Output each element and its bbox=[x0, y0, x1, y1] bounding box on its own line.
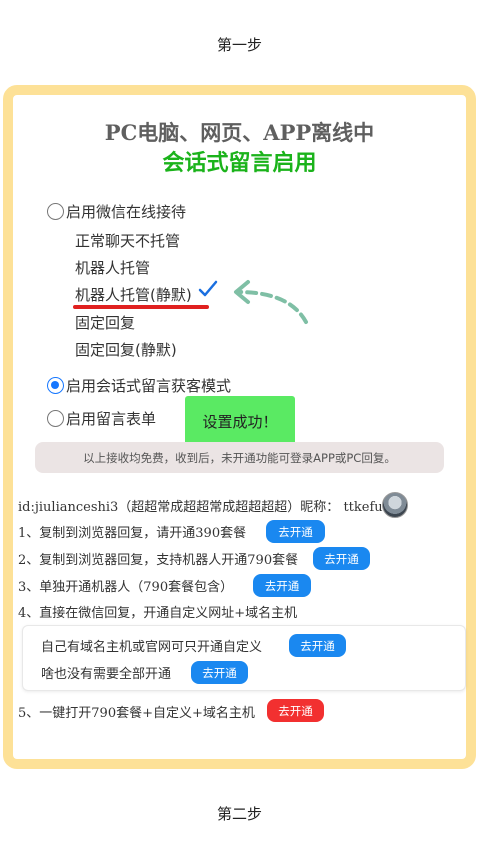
open-plan-3-button[interactable]: 去开通 bbox=[253, 574, 311, 597]
curved-arrow-icon bbox=[234, 280, 308, 324]
sub-option-robot-hosting[interactable]: 机器人托管 bbox=[75, 257, 150, 278]
sub-option-robot-hosting-silent[interactable]: 机器人托管(静默) bbox=[75, 284, 192, 305]
radio-message-mode[interactable]: 启用会话式留言获客模式 bbox=[47, 375, 231, 396]
sub-option-fixed-reply-silent[interactable]: 固定回复(静默) bbox=[75, 339, 177, 360]
sub-plan-custom: 自己有域名主机或官网可只开通自定义 bbox=[41, 640, 263, 655]
plan-item-5: 5、一键打开790套餐+自定义+域名主机 bbox=[18, 706, 255, 721]
radio-label: 启用微信在线接待 bbox=[66, 203, 187, 221]
sub-option-fixed-reply[interactable]: 固定回复 bbox=[75, 312, 135, 333]
message-mode-title: 会话式留言启用 bbox=[162, 150, 317, 176]
radio-checked-icon bbox=[47, 377, 64, 394]
offline-title: PC电脑、网页、APP离线中 bbox=[104, 120, 375, 145]
radio-label: 启用会话式留言获客模式 bbox=[66, 377, 232, 395]
plan-item-2: 2、复制到浏览器回复，支持机器人开通790套餐 bbox=[18, 553, 299, 568]
open-plan-2-button[interactable]: 去开通 bbox=[313, 547, 370, 570]
open-bundle-button[interactable]: 去开通 bbox=[267, 699, 324, 722]
radio-wechat-reception[interactable]: 启用微信在线接待 bbox=[47, 201, 186, 222]
step-one-label: 第一步 bbox=[216, 36, 262, 54]
radio-message-form[interactable]: 启用留言表单 bbox=[47, 408, 156, 429]
open-all-button[interactable]: 去开通 bbox=[191, 661, 248, 684]
sub-plan-all: 啥也没有需要全部开通 bbox=[41, 667, 172, 682]
step-two-label: 第二步 bbox=[216, 805, 262, 823]
radio-unchecked-icon bbox=[47, 203, 64, 220]
plan-item-3: 3、单独开通机器人（790套餐包含） bbox=[18, 580, 234, 595]
radio-label: 启用留言表单 bbox=[66, 410, 157, 428]
plan-item-1: 1、复制到浏览器回复，请开通390套餐 bbox=[18, 526, 247, 541]
open-custom-button[interactable]: 去开通 bbox=[289, 634, 346, 657]
account-id-line: id:jiulianceshi3（超超常成超超常成超超超超）昵称： ttkefu bbox=[18, 500, 383, 515]
free-notice: 以上接收均免费，收到后，未开通功能可登录APP或PC回复。 bbox=[35, 442, 444, 473]
highlight-underline bbox=[73, 305, 209, 309]
avatar bbox=[382, 492, 408, 518]
radio-unchecked-icon bbox=[47, 410, 64, 427]
success-toast: 设置成功！ bbox=[185, 396, 295, 447]
check-icon bbox=[198, 280, 218, 297]
open-plan-1-button[interactable]: 去开通 bbox=[266, 520, 325, 543]
sub-option-normal-chat[interactable]: 正常聊天不托管 bbox=[75, 230, 180, 251]
plan-item-4: 4、直接在微信回复，开通自定义网址+域名主机 bbox=[18, 606, 298, 621]
